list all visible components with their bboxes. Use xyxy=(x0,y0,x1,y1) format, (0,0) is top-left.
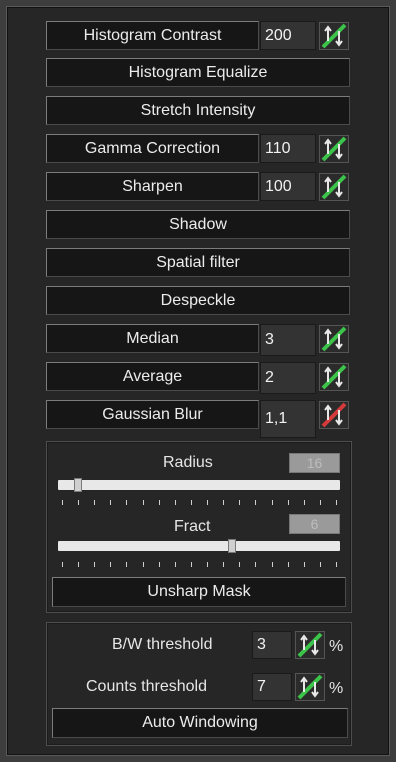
fract-slider-track[interactable] xyxy=(58,541,340,551)
slider-tick xyxy=(158,562,160,567)
slider-tick xyxy=(126,562,128,567)
shadow-button[interactable]: Shadow xyxy=(46,210,350,239)
gamma-correction-button[interactable]: Gamma Correction xyxy=(46,134,259,163)
median-spin-icon[interactable] xyxy=(319,325,349,353)
spatial-filter-button[interactable]: Spatial filter xyxy=(46,248,350,277)
slider-tick xyxy=(271,562,273,567)
slider-tick xyxy=(239,500,241,505)
fract-value[interactable]: 6 xyxy=(289,514,340,534)
median-value[interactable]: 3 xyxy=(260,324,316,356)
slider-tick xyxy=(319,500,321,505)
slider-tick xyxy=(78,562,80,567)
stretch-intensity-button[interactable]: Stretch Intensity xyxy=(46,96,350,125)
slider-tick xyxy=(207,562,209,567)
slider-tick xyxy=(94,562,96,567)
radius-slider-ticks xyxy=(58,500,340,506)
slider-tick xyxy=(62,500,63,505)
slider-tick xyxy=(126,500,128,505)
bw-threshold-spin-icon[interactable] xyxy=(295,631,325,659)
slider-tick xyxy=(174,562,176,567)
average-spin-icon[interactable] xyxy=(319,363,349,391)
gaussian-blur-value[interactable]: 1,1 xyxy=(260,400,316,438)
slider-tick xyxy=(110,562,112,567)
slider-tick xyxy=(255,562,257,567)
histogram-equalize-button[interactable]: Histogram Equalize xyxy=(46,58,350,87)
slider-tick xyxy=(78,500,80,505)
radius-slider-thumb[interactable] xyxy=(74,478,83,492)
radius-value[interactable]: 16 xyxy=(289,453,340,473)
slider-tick xyxy=(287,500,289,505)
sharpen-spin-icon[interactable] xyxy=(319,173,349,201)
auto-windowing-button[interactable]: Auto Windowing xyxy=(52,708,348,738)
slider-tick xyxy=(303,562,305,567)
average-value[interactable]: 2 xyxy=(260,362,316,394)
slider-tick xyxy=(142,500,144,505)
radius-slider-track[interactable] xyxy=(58,480,340,490)
radius-label: Radius xyxy=(163,454,213,471)
slider-tick xyxy=(223,500,225,505)
counts-threshold-label: Counts threshold xyxy=(86,678,207,695)
counts-threshold-value[interactable]: 7 xyxy=(252,673,292,701)
slider-tick xyxy=(223,562,225,567)
slider-tick xyxy=(62,562,63,567)
histogram-contrast-button[interactable]: Histogram Contrast xyxy=(46,21,259,50)
unsharp-mask-button[interactable]: Unsharp Mask xyxy=(52,577,346,607)
slider-tick xyxy=(94,500,96,505)
slider-tick xyxy=(255,500,257,505)
fract-label: Fract xyxy=(174,518,211,535)
slider-tick xyxy=(336,500,337,505)
median-button[interactable]: Median xyxy=(46,324,259,353)
fract-slider-ticks xyxy=(58,562,340,568)
slider-tick xyxy=(207,500,209,505)
slider-tick xyxy=(287,562,289,567)
counts-threshold-unit: % xyxy=(329,680,344,697)
sharpen-value[interactable]: 100 xyxy=(260,172,316,201)
slider-tick xyxy=(158,500,160,505)
slider-tick xyxy=(271,500,273,505)
bw-threshold-value[interactable]: 3 xyxy=(252,631,292,659)
sharpen-button[interactable]: Sharpen xyxy=(46,172,259,201)
slider-tick xyxy=(190,562,192,567)
slider-tick xyxy=(336,562,337,567)
despeckle-button[interactable]: Despeckle xyxy=(46,286,350,315)
slider-tick xyxy=(239,562,241,567)
slider-tick xyxy=(319,562,321,567)
slider-tick xyxy=(190,500,192,505)
slider-tick xyxy=(174,500,176,505)
bw-threshold-label: B/W threshold xyxy=(112,636,213,653)
gamma-correction-value[interactable]: 110 xyxy=(260,134,316,163)
histogram-contrast-value[interactable]: 200 xyxy=(260,21,316,50)
average-button[interactable]: Average xyxy=(46,362,259,391)
gaussian-blur-spin-icon[interactable] xyxy=(319,401,349,429)
gaussian-blur-button[interactable]: Gaussian Blur xyxy=(46,400,259,429)
counts-threshold-spin-icon[interactable] xyxy=(295,673,325,701)
slider-tick xyxy=(303,500,305,505)
gamma-correction-spin-icon[interactable] xyxy=(319,135,349,163)
slider-tick xyxy=(142,562,144,567)
bw-threshold-unit: % xyxy=(329,638,344,655)
fract-slider-thumb[interactable] xyxy=(227,539,236,553)
histogram-contrast-spin-icon[interactable] xyxy=(319,22,349,50)
slider-tick xyxy=(110,500,112,505)
